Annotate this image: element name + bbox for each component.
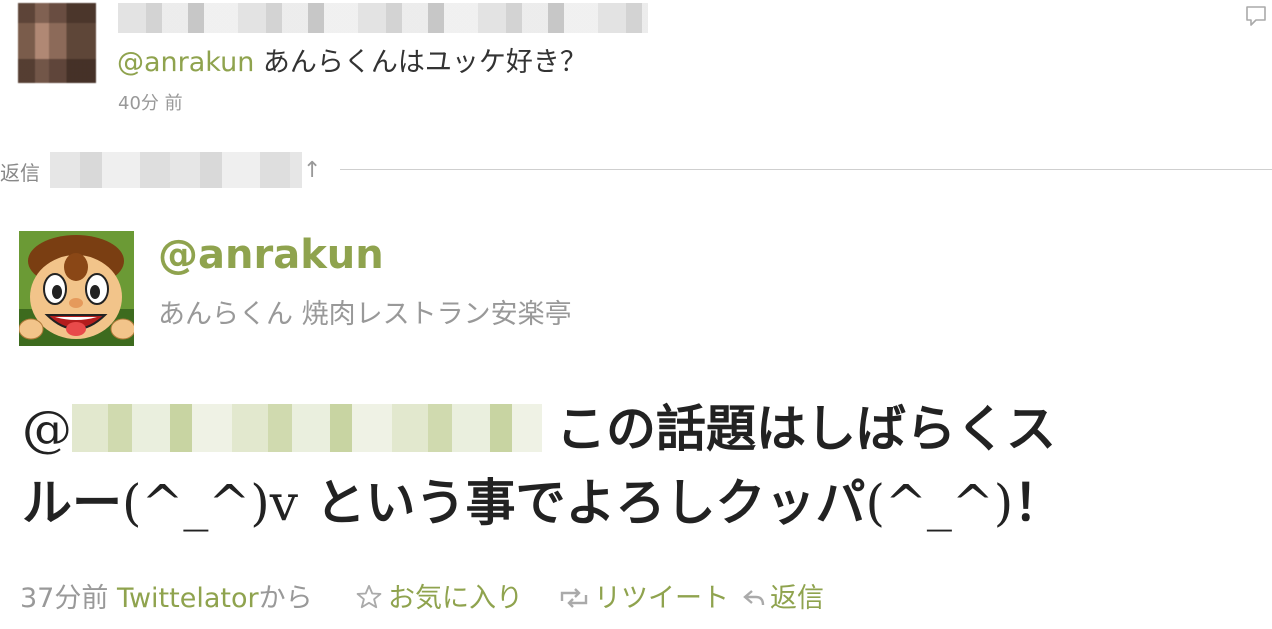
mention-at-sign[interactable]: @	[22, 400, 72, 458]
tweet-text-line2-a: ルー	[22, 474, 122, 532]
tweet-meta: 37分前 Twittelatorから	[20, 576, 313, 615]
tweet-text-line2-c: という事でよろしクッパ	[298, 474, 866, 532]
comment-icon[interactable]	[1244, 4, 1268, 28]
divider	[340, 169, 1272, 170]
parent-username-blurred[interactable]	[118, 3, 648, 33]
favorite-label: お気に入り	[388, 583, 523, 614]
client-link[interactable]: Twittelator	[117, 583, 259, 614]
star-icon	[356, 584, 382, 609]
parent-mention-link[interactable]: @anrakun	[117, 47, 254, 78]
favorite-button[interactable]: お気に入り	[354, 576, 523, 615]
up-arrow-icon[interactable]: ↑	[303, 158, 321, 183]
parent-tweet-body: あんらくんはユッケ好き？	[254, 47, 587, 78]
reply-label: 返信	[770, 583, 824, 614]
parent-tweet-text: @anrakun あんらくんはユッケ好き？	[117, 40, 587, 79]
reply-arrow-icon	[743, 590, 765, 606]
in-reply-to-label: 返信	[0, 161, 40, 185]
tweet-text-emoticon-1: (^_^)v	[122, 474, 299, 532]
client-suffix: から	[258, 583, 313, 614]
main-tweet-text: @ この話題はしばらくス ルー(^_^)v という事でよろしクッパ(^_^)！	[22, 392, 1262, 540]
retweet-icon	[560, 588, 588, 608]
main-timestamp[interactable]: 37分前	[20, 583, 108, 614]
retweet-label: リツイート	[594, 583, 729, 614]
mention-username-blurred[interactable]	[72, 404, 542, 452]
in-reply-to-user-blurred[interactable]	[50, 152, 302, 188]
main-username-link[interactable]: @anrakun	[158, 232, 384, 278]
mascot-avatar-image	[19, 231, 134, 346]
reply-button[interactable]: 返信	[742, 576, 824, 615]
tweet-text-emoticon-2: (^_^)	[865, 474, 1014, 532]
tweet-text-line2-e: ！	[1013, 474, 1064, 532]
parent-avatar[interactable]	[18, 3, 96, 83]
parent-timestamp[interactable]: 40分 前	[118, 89, 183, 115]
main-avatar[interactable]	[19, 231, 134, 346]
main-fullname: あんらくん 焼肉レストラン安楽亭	[158, 299, 572, 330]
retweet-button[interactable]: リツイート	[558, 576, 729, 615]
tweet-text-line1: この話題はしばらくス	[556, 400, 1056, 458]
